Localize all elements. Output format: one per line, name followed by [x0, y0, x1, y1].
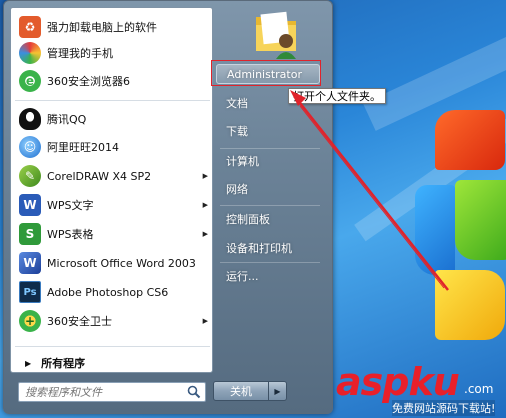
- program-item-word-2003[interactable]: W Microsoft Office Word 2003: [15, 250, 210, 276]
- browser-icon: e: [19, 70, 41, 92]
- program-item-wps-sheet[interactable]: S WPS表格 ▶: [15, 221, 210, 247]
- program-item-360-guard[interactable]: + 360安全卫士 ▶: [15, 308, 210, 334]
- program-label: 管理我的手机: [47, 47, 113, 60]
- program-item-phone-manager[interactable]: 管理我的手机: [15, 40, 210, 66]
- wangwang-icon: ☺: [19, 136, 41, 158]
- tooltip: 打开个人文件夹。: [288, 88, 386, 104]
- highlight-box: [211, 60, 321, 86]
- separator: [220, 205, 320, 206]
- separator: [15, 100, 210, 101]
- network-label: 网络: [226, 183, 248, 196]
- program-item-wps-writer[interactable]: W WPS文字 ▶: [15, 192, 210, 218]
- program-label: WPS文字: [47, 199, 94, 212]
- shutdown-label: 关机: [230, 385, 252, 398]
- separator: [15, 346, 210, 347]
- search-input[interactable]: [19, 383, 179, 401]
- watermark: aspku .com 免费网站源码下载站!: [336, 360, 506, 418]
- arrow-right-icon: ▶: [274, 386, 281, 396]
- program-item-photoshop[interactable]: Ps Adobe Photoshop CS6: [15, 279, 210, 305]
- photoshop-icon: Ps: [19, 281, 41, 303]
- devices-printers-label: 设备和打印机: [226, 242, 292, 255]
- search-box: [18, 382, 206, 402]
- programs-pane: ♻ 强力卸载电脑上的软件 管理我的手机 e 360安全浏览器6 腾讯QQ ☺ 阿…: [10, 7, 213, 373]
- program-item-browser[interactable]: e 360安全浏览器6: [15, 68, 210, 94]
- network-link[interactable]: 网络: [216, 178, 328, 200]
- program-label: Microsoft Office Word 2003: [47, 256, 196, 270]
- watermark-suffix: .com: [464, 382, 494, 396]
- submenu-arrow-icon: ▶: [202, 172, 208, 180]
- program-label: CorelDRAW X4 SP2: [47, 169, 152, 183]
- program-label: 腾讯QQ: [47, 113, 87, 126]
- submenu-arrow-icon: ▶: [202, 317, 208, 325]
- search-icon[interactable]: [187, 385, 201, 399]
- all-programs-button[interactable]: ▶ 所有程序: [15, 352, 210, 374]
- control-panel-label: 控制面板: [226, 213, 270, 226]
- documents-label: 文档: [226, 97, 248, 110]
- program-label: WPS表格: [47, 228, 94, 241]
- watermark-logo: aspku: [336, 360, 460, 404]
- run-link[interactable]: 运行...: [216, 265, 328, 287]
- run-label: 运行...: [226, 270, 259, 283]
- separator: [220, 148, 320, 149]
- devices-printers-link[interactable]: 设备和打印机: [216, 237, 328, 259]
- program-item-qq[interactable]: 腾讯QQ: [15, 106, 210, 132]
- security-guard-icon: +: [19, 310, 41, 332]
- program-item-wangwang[interactable]: ☺ 阿里旺旺2014: [15, 134, 210, 160]
- qq-icon: [19, 108, 41, 130]
- submenu-arrow-icon: ▶: [202, 201, 208, 209]
- phone-manager-icon: [19, 42, 41, 64]
- wps-sheet-icon: S: [19, 223, 41, 245]
- computer-link[interactable]: 计算机: [216, 150, 328, 172]
- program-label: 360安全浏览器6: [47, 75, 130, 88]
- shutdown-options-button[interactable]: ▶: [269, 381, 287, 401]
- windows-logo: [415, 110, 506, 350]
- arrow-right-icon: ▶: [25, 358, 32, 368]
- separator: [220, 262, 320, 263]
- program-label: Adobe Photoshop CS6: [47, 285, 169, 299]
- shutdown-button[interactable]: 关机: [213, 381, 269, 401]
- user-folder-icon[interactable]: [252, 7, 300, 59]
- downloads-label: 下载: [226, 125, 248, 138]
- wps-writer-icon: W: [19, 194, 41, 216]
- program-label: 360安全卫士: [47, 315, 112, 328]
- program-label: 强力卸载电脑上的软件: [47, 21, 157, 34]
- word-icon: W: [19, 252, 41, 274]
- uninstall-icon: ♻: [19, 16, 41, 38]
- computer-label: 计算机: [226, 155, 259, 168]
- control-panel-link[interactable]: 控制面板: [216, 208, 328, 230]
- program-item-coreldraw[interactable]: ✎ CorelDRAW X4 SP2 ▶: [15, 163, 210, 189]
- coreldraw-icon: ✎: [19, 165, 41, 187]
- program-item-uninstaller[interactable]: ♻ 强力卸载电脑上的软件: [15, 14, 210, 40]
- submenu-arrow-icon: ▶: [202, 230, 208, 238]
- watermark-subtitle: 免费网站源码下载站!: [392, 400, 496, 416]
- all-programs-label: 所有程序: [41, 357, 86, 370]
- downloads-link[interactable]: 下载: [216, 120, 328, 142]
- program-label: 阿里旺旺2014: [47, 141, 119, 154]
